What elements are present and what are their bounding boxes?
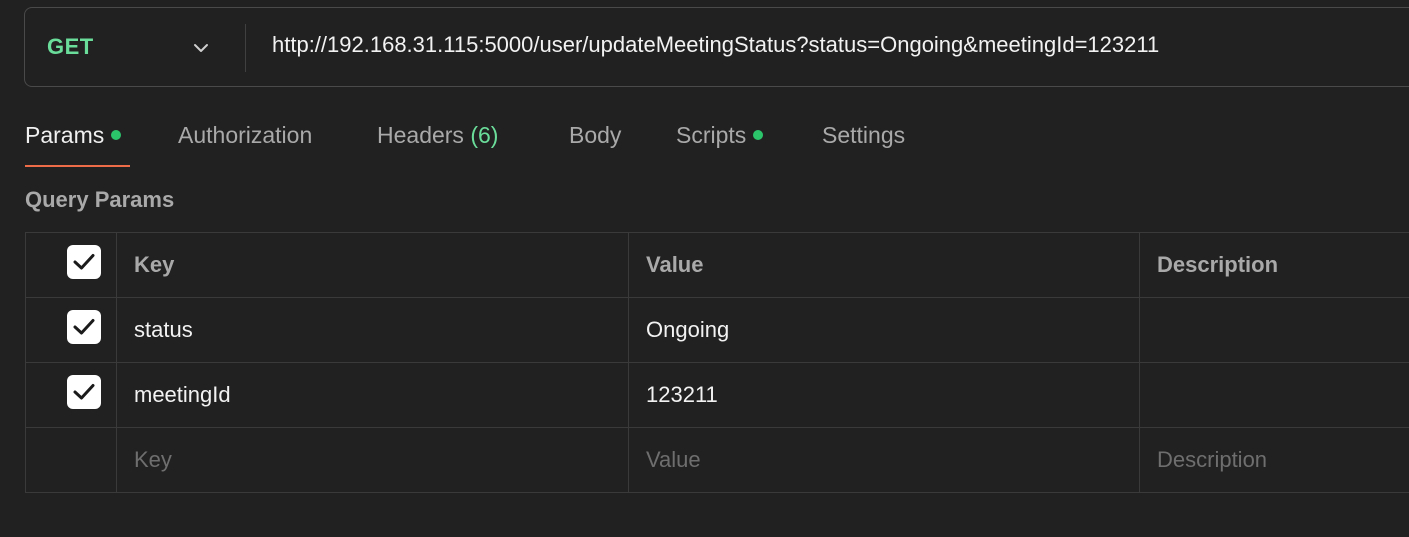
check-icon [73,319,95,335]
tab-scripts-label: Scripts [676,122,747,148]
tab-authorization-label: Authorization [178,122,313,148]
table-row: status Ongoing [25,297,1409,363]
method-selector[interactable]: GET [25,8,245,86]
tab-headers[interactable]: Headers (6) [377,122,498,149]
headers-count: (6) [470,122,499,148]
new-value-input[interactable]: Value [628,427,1140,493]
query-params-table: Key Value Description status Ongoing mee… [25,232,1409,493]
select-all-checkbox[interactable] [67,245,101,279]
tab-params[interactable]: Params [25,122,122,149]
active-tab-underline [25,165,130,167]
param-description-cell[interactable] [1139,362,1409,428]
param-key-cell[interactable]: meetingId [116,362,629,428]
table-row-empty: Key Value Description [25,427,1409,493]
row-checkbox-cell [25,362,117,428]
method-divider [245,24,246,72]
param-value-cell[interactable]: Ongoing [628,297,1140,363]
param-value-cell[interactable]: 123211 [628,362,1140,428]
chevron-down-icon [194,44,208,52]
table-header-row: Key Value Description [25,232,1409,298]
tab-settings-label: Settings [822,122,906,148]
param-description-cell[interactable] [1139,297,1409,363]
row-checkbox[interactable] [67,375,101,409]
table-row: meetingId 123211 [25,362,1409,428]
tab-headers-label: Headers [377,122,464,148]
check-icon [73,254,95,270]
section-title: Query Params [25,187,175,212]
check-icon [73,384,95,400]
row-checkbox-cell [25,297,117,363]
column-header-value: Value [628,232,1140,298]
request-tabs: Params Authorization Headers (6) Body Sc… [0,112,1409,170]
tab-scripts[interactable]: Scripts [676,122,764,149]
tab-body-label: Body [569,122,622,148]
method-label: GET [47,34,94,59]
column-header-description: Description [1139,232,1409,298]
url-input[interactable]: http://192.168.31.115:5000/user/updateMe… [272,32,1159,58]
new-description-input[interactable]: Description [1139,427,1409,493]
request-bar: GET http://192.168.31.115:5000/user/upda… [24,7,1409,87]
param-key-cell[interactable]: status [116,297,629,363]
tab-params-label: Params [25,122,105,148]
header-checkbox-cell [25,232,117,298]
new-key-input[interactable]: Key [116,427,629,493]
scripts-indicator-dot [753,129,764,140]
empty-checkbox-cell [25,427,117,493]
tab-authorization[interactable]: Authorization [178,122,312,149]
params-indicator-dot [111,129,122,140]
tab-settings[interactable]: Settings [822,122,905,149]
column-header-key: Key [116,232,629,298]
row-checkbox[interactable] [67,310,101,344]
tab-body[interactable]: Body [569,122,621,149]
